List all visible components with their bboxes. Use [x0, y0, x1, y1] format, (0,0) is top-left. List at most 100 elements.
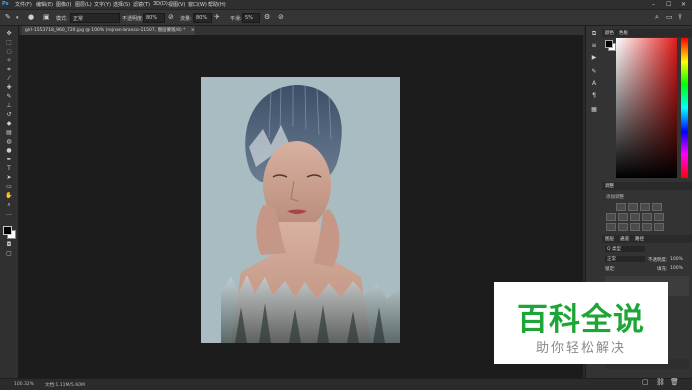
document-tab-title: girl-1553718_960_720.jpg @ 100% (rojnan-…: [25, 28, 186, 33]
path-select-tool-icon[interactable]: ➤: [4, 175, 14, 181]
type-tool-icon[interactable]: T: [4, 166, 14, 172]
menu-edit[interactable]: 编辑(E): [36, 1, 53, 8]
maximize-button[interactable]: ☐: [666, 1, 671, 8]
color-picker-field[interactable]: [616, 38, 677, 178]
history-icon[interactable]: ⧉: [590, 30, 598, 38]
more-tools-icon[interactable]: …: [4, 211, 14, 217]
paragraph-icon[interactable]: ¶: [590, 92, 598, 99]
blur-tool-icon[interactable]: ◍: [4, 139, 14, 145]
move-tool-icon[interactable]: ✥: [4, 31, 14, 37]
character-icon[interactable]: A: [590, 80, 598, 87]
menu-layer[interactable]: 图层(L): [75, 1, 92, 8]
pen-tool-icon[interactable]: ✒: [4, 157, 14, 163]
selective-color-icon[interactable]: [654, 223, 664, 231]
menu-filter[interactable]: 滤镜(T): [133, 1, 150, 8]
menu-view[interactable]: 视图(V): [168, 1, 185, 8]
eyedropper-tool-icon[interactable]: ⁄: [4, 76, 14, 82]
tab-color[interactable]: 颜色: [605, 30, 614, 36]
layer-kind-filter[interactable]: Q 类型: [605, 246, 645, 252]
foreground-color-chip[interactable]: [605, 40, 613, 48]
screen-mode-icon[interactable]: ▢: [4, 251, 14, 257]
marquee-tool-icon[interactable]: ⬚: [4, 40, 14, 46]
close-window-button[interactable]: ✕: [681, 1, 686, 8]
airbrush-icon[interactable]: ✈: [214, 13, 220, 21]
menu-3d[interactable]: 3D(D): [153, 1, 168, 7]
search-icon[interactable]: ⌕: [655, 13, 659, 22]
brush-tool-icon[interactable]: ✎: [5, 13, 11, 21]
menu-file[interactable]: 文件(F): [15, 1, 32, 8]
eraser-tool-icon[interactable]: ◆: [4, 121, 14, 127]
info-icon[interactable]: ▦: [590, 106, 598, 113]
double-exposure-photo: [221, 85, 400, 343]
brush-settings-icon[interactable]: ✎: [590, 68, 598, 75]
new-layer-icon[interactable]: ▢: [642, 378, 649, 386]
foreground-color-swatch[interactable]: [3, 226, 12, 235]
gradient-tool-icon[interactable]: ▤: [4, 130, 14, 136]
pressure-size-icon[interactable]: ⊘: [278, 13, 284, 21]
smoothing-options-gear-icon[interactable]: ⚙: [264, 13, 270, 21]
clone-stamp-tool-icon[interactable]: ⊥: [4, 103, 14, 109]
layer-fill-value[interactable]: 100%: [670, 266, 683, 271]
healing-brush-tool-icon[interactable]: ✚: [4, 85, 14, 91]
layer-opacity-value[interactable]: 100%: [670, 257, 683, 262]
menu-help[interactable]: 帮助(H): [208, 1, 226, 8]
smooth-field[interactable]: 5%: [242, 13, 260, 23]
curves-icon[interactable]: [640, 203, 650, 211]
brightness-contrast-icon[interactable]: [616, 203, 626, 211]
pressure-opacity-icon[interactable]: ⊘: [168, 13, 174, 21]
levels-icon[interactable]: [628, 203, 638, 211]
blend-mode-select[interactable]: 正常: [605, 256, 645, 262]
hue-slider[interactable]: [681, 38, 688, 178]
hue-saturation-icon[interactable]: [618, 213, 628, 221]
tab-layers[interactable]: 图层: [605, 236, 614, 242]
brush-tool-icon[interactable]: ✎: [4, 94, 14, 100]
mode-select[interactable]: 正常: [70, 13, 120, 23]
photo-filter-icon[interactable]: [654, 213, 664, 221]
properties-icon[interactable]: ≡: [590, 42, 598, 49]
brush-preset-icon[interactable]: ●: [28, 13, 34, 21]
share-icon[interactable]: ⇪: [677, 13, 683, 21]
gradient-map-icon[interactable]: [642, 223, 652, 231]
tab-paths[interactable]: 路径: [635, 236, 644, 242]
shape-tool-icon[interactable]: ▭: [4, 184, 14, 190]
vibrance-icon[interactable]: [606, 213, 616, 221]
threshold-icon[interactable]: [630, 223, 640, 231]
flow-field[interactable]: 80%: [193, 13, 212, 23]
invert-icon[interactable]: [606, 223, 616, 231]
tab-swatches[interactable]: 色板: [619, 30, 628, 36]
black-white-icon[interactable]: [642, 213, 652, 221]
menu-image[interactable]: 图像(I): [56, 1, 71, 8]
play-action-icon[interactable]: ▶: [590, 54, 598, 61]
minimize-button[interactable]: –: [652, 1, 655, 8]
posterize-icon[interactable]: [618, 223, 628, 231]
crop-tool-icon[interactable]: ⌗: [4, 67, 14, 73]
zoom-level[interactable]: 100.32%: [14, 382, 34, 387]
tab-channels[interactable]: 通道: [620, 236, 629, 242]
workspace-icon[interactable]: ▭: [666, 13, 673, 21]
tab-adjustments[interactable]: 调整: [605, 183, 614, 189]
watermark-subtitle: 助你轻松解决: [535, 341, 626, 356]
close-tab-icon[interactable]: ×: [191, 28, 195, 33]
zoom-tool-icon[interactable]: ⌕: [4, 202, 14, 208]
lasso-tool-icon[interactable]: ◌: [4, 49, 14, 55]
document-tab[interactable]: girl-1553718_960_720.jpg @ 100% (rojnan-…: [22, 26, 195, 35]
color-balance-icon[interactable]: [630, 213, 640, 221]
menu-bar: Ps 文件(F) 编辑(E) 图像(I) 图层(L) 文字(Y) 选择(S) 滤…: [0, 0, 692, 10]
hand-tool-icon[interactable]: ✋: [4, 193, 14, 199]
quick-select-tool-icon[interactable]: ✧: [4, 58, 14, 64]
link-layers-icon[interactable]: ⛓: [656, 378, 665, 386]
chevron-down-icon[interactable]: ▾: [16, 15, 19, 21]
dodge-tool-icon[interactable]: ●: [4, 148, 14, 154]
menu-select[interactable]: 选择(S): [113, 1, 130, 8]
photoshop-logo-icon[interactable]: Ps: [2, 1, 9, 7]
quick-mask-icon[interactable]: ◘: [4, 242, 14, 248]
delete-layer-icon[interactable]: 🗑: [670, 378, 679, 386]
menu-window[interactable]: 窗口(W): [188, 1, 207, 8]
document-image[interactable]: [201, 77, 400, 343]
menu-type[interactable]: 文字(Y): [94, 1, 111, 8]
tools-panel: ✥ ⬚ ◌ ✧ ⌗ ⁄ ✚ ✎ ⊥ ↺ ◆ ▤ ◍ ● ✒ T ➤ ▭ ✋ ⌕ …: [0, 26, 19, 378]
history-brush-tool-icon[interactable]: ↺: [4, 112, 14, 118]
exposure-icon[interactable]: [652, 203, 662, 211]
opacity-field[interactable]: 80%: [143, 13, 165, 23]
brush-panel-icon[interactable]: ▣: [43, 13, 50, 21]
